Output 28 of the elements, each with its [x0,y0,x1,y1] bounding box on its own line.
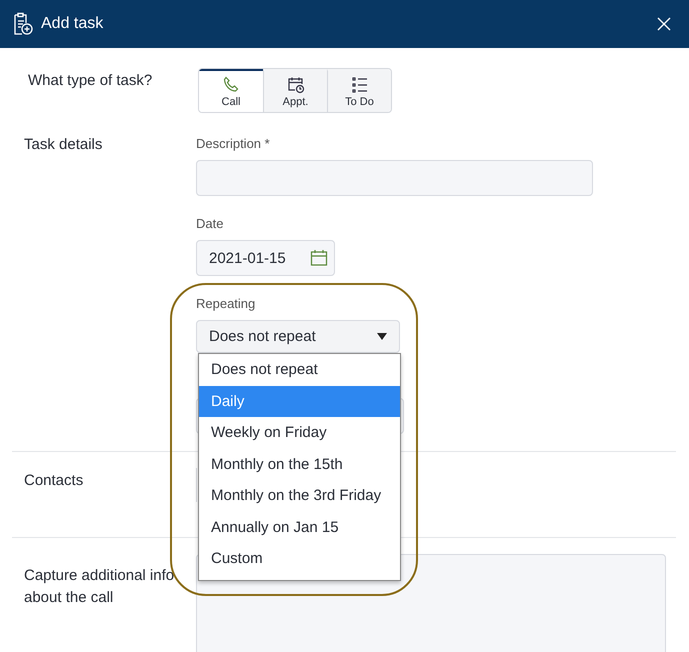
phone-icon [222,76,240,94]
field-label: Description * [196,136,270,151]
task-type-tab[interactable]: Appt. [263,69,327,112]
dropdown-option[interactable]: Monthly on the 15th [199,448,400,480]
repeat-dropdown[interactable]: Does not repeat [196,320,400,353]
dropdown-option[interactable]: Monthly on the 3rd Friday [199,480,400,512]
task-type-tab[interactable]: To Do [327,69,391,112]
caret-icon [377,333,387,340]
task-type-tab[interactable]: Call [199,69,263,112]
date-field[interactable]: 2021-01-15 [196,240,335,276]
close-icon[interactable] [657,17,671,31]
section-label: What type of task? [27,71,154,91]
list-icon [350,76,368,94]
field-label: Repeating [196,296,256,311]
dialog-title: Add task [41,15,104,33]
dropdown-option[interactable]: Annually on Jan 15 [199,512,400,543]
field-label: Date [196,216,224,231]
dropdown-option[interactable]: Weekly on Friday [199,417,400,448]
contacts-field[interactable] [196,468,200,502]
dropdown-option[interactable]: Does not repeat [199,354,400,386]
calendar-icon [310,249,328,267]
description-field[interactable] [196,160,593,196]
dropdown-option[interactable]: Custom [199,543,400,574]
section-label: Capture additional info about the call [23,566,176,608]
dropdown-option[interactable]: Daily [199,386,400,417]
calendar-clock-icon [286,76,304,94]
section-label: Task details [23,136,104,155]
section-label: Contacts [23,472,84,491]
